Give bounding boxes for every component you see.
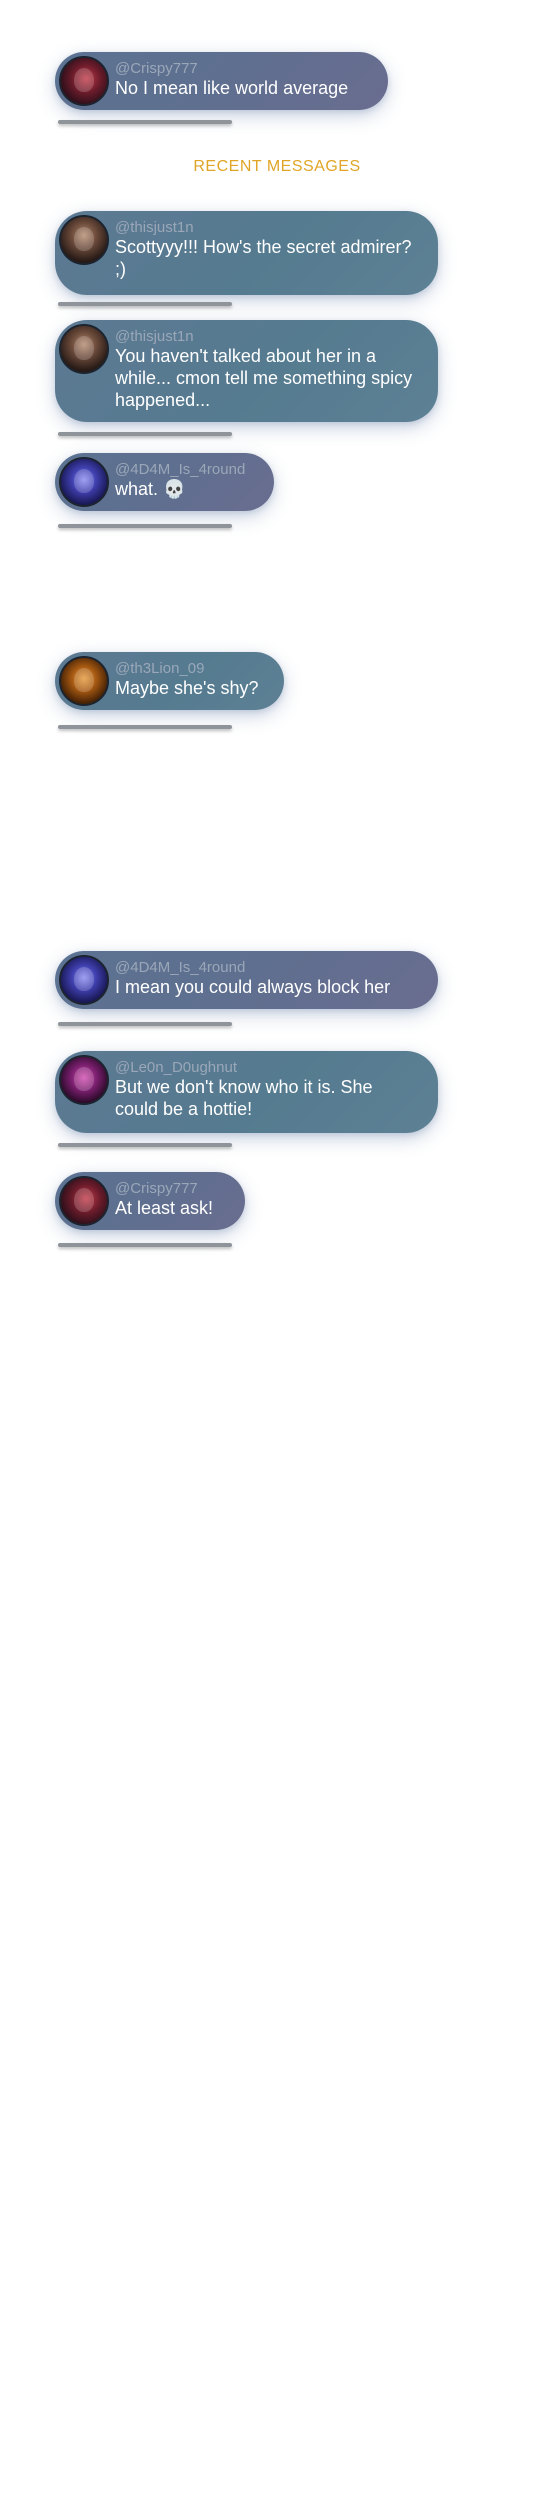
avatar[interactable]	[59, 324, 109, 374]
divider	[58, 302, 232, 306]
message-bubble[interactable]: @4D4M_Is_4round what. 💀	[55, 453, 274, 511]
message-text: Maybe she's shy?	[115, 678, 259, 698]
message-bubble[interactable]: @th3Lion_09 Maybe she's shy?	[55, 652, 284, 710]
username-handle[interactable]: @Crispy777	[115, 60, 348, 77]
username-handle[interactable]: @thisjust1n	[115, 219, 420, 236]
message-item[interactable]: @4D4M_Is_4round I mean you could always …	[55, 951, 438, 1009]
divider	[58, 524, 232, 528]
message-text: Scottyyy!!! How's the secret admirer? ;)	[115, 237, 412, 279]
message-text: No I mean like world average	[115, 78, 349, 98]
avatar[interactable]	[59, 1176, 109, 1226]
message-bubble[interactable]: @4D4M_Is_4round I mean you could always …	[55, 951, 438, 1009]
avatar[interactable]	[59, 215, 109, 265]
avatar[interactable]	[59, 56, 109, 106]
message-text: I mean you could always block her	[115, 977, 391, 997]
username-handle[interactable]: @Crispy777	[115, 1180, 213, 1197]
message-text: At least ask!	[115, 1198, 214, 1218]
username-handle[interactable]: @th3Lion_09	[115, 660, 259, 677]
message-bubble[interactable]: @Crispy777 No I mean like world average	[55, 52, 388, 110]
divider	[58, 1143, 232, 1147]
divider	[58, 1243, 232, 1247]
message-item[interactable]: @thisjust1n Scottyyy!!! How's the secret…	[55, 211, 438, 295]
message-item[interactable]: @Le0n_D0ughnut But we don't know who it …	[55, 1051, 438, 1133]
avatar[interactable]	[59, 457, 109, 507]
username-handle[interactable]: @4D4M_Is_4round	[115, 461, 245, 478]
message-bubble[interactable]: @thisjust1n You haven't talked about her…	[55, 320, 438, 422]
message-item[interactable]: @thisjust1n You haven't talked about her…	[55, 320, 438, 422]
message-item[interactable]: @Crispy777 No I mean like world average	[55, 52, 388, 110]
avatar[interactable]	[59, 656, 109, 706]
divider	[58, 725, 232, 729]
section-title: RECENT MESSAGES	[193, 158, 361, 175]
message-item[interactable]: @4D4M_Is_4round what. 💀	[55, 453, 274, 511]
message-feed: @Crispy777 No I mean like world average …	[0, 0, 550, 2500]
divider	[58, 120, 232, 124]
message-bubble[interactable]: @thisjust1n Scottyyy!!! How's the secret…	[55, 211, 438, 295]
username-handle[interactable]: @4D4M_Is_4round	[115, 959, 390, 976]
username-handle[interactable]: @thisjust1n	[115, 328, 420, 345]
message-text: You haven't talked about her in a while.…	[115, 346, 413, 410]
divider	[58, 1022, 232, 1026]
message-text: But we don't know who it is. She could b…	[115, 1077, 373, 1119]
message-item[interactable]: @th3Lion_09 Maybe she's shy?	[55, 652, 284, 710]
username-handle[interactable]: @Le0n_D0ughnut	[115, 1059, 420, 1076]
message-text: what. 💀	[115, 479, 186, 499]
message-item[interactable]: @Crispy777 At least ask!	[55, 1172, 245, 1230]
message-bubble[interactable]: @Crispy777 At least ask!	[55, 1172, 245, 1230]
divider	[58, 432, 232, 436]
avatar[interactable]	[59, 955, 109, 1005]
avatar[interactable]	[59, 1055, 109, 1105]
message-bubble[interactable]: @Le0n_D0ughnut But we don't know who it …	[55, 1051, 438, 1133]
